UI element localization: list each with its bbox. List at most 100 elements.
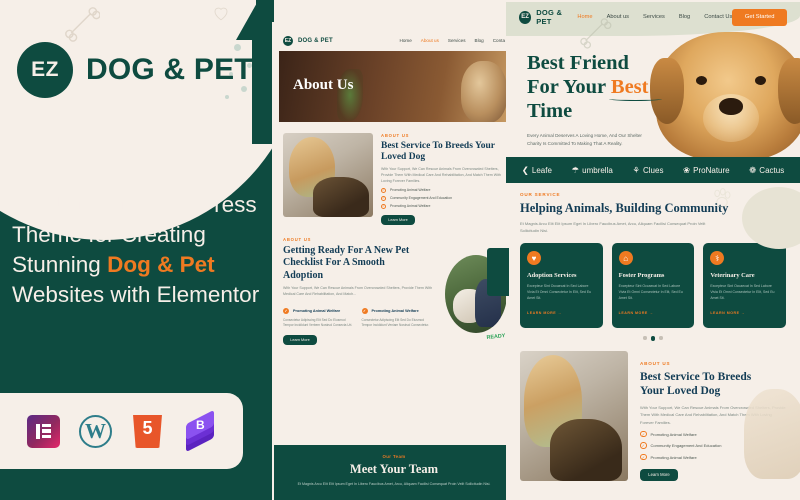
right-about-section: ABOUT US Best Service To Breeds Your Lov… (506, 341, 800, 482)
mid-checklist-body: With Your Support, We Can Rescue Animals… (283, 286, 433, 297)
right-navbar: EZ DOG & PET Home About us Services Blog… (506, 2, 800, 32)
paw-icon: ⚘ (632, 164, 640, 175)
get-started-button[interactable]: Get Started (732, 8, 787, 26)
tech-badges-card: W 5 B (0, 393, 243, 469)
mid-hero-banner: About Us (279, 51, 509, 122)
right-nav-links: Home About us Services Blog Contact Us (577, 14, 732, 20)
brand-pronature: ❀ ProNature (683, 165, 730, 176)
service-card-learn-more-link[interactable]: LEARN MORE → (527, 311, 562, 315)
mid-navbar: EZ DOG & PET Home About us Services Blog… (274, 30, 514, 51)
promo-headline-part2: Websites with Elementor (12, 281, 260, 307)
right-nav-services[interactable]: Services (643, 14, 665, 20)
service-card-learn-more-link[interactable]: LEARN MORE → (710, 311, 745, 315)
check-circle-icon: ✓ (283, 307, 289, 314)
mid-hero-dog-photo (461, 61, 507, 122)
mid-nav-about[interactable]: About us (421, 38, 439, 43)
mid-about-tick: ✓ Community Engagement And Education (381, 195, 505, 201)
mid-nav-home[interactable]: Home (400, 38, 412, 43)
carousel-dot[interactable] (659, 336, 663, 340)
hero-text-block: Best Friend For Your Best Time Every Ani… (527, 51, 655, 157)
shield-heart-icon: ♥ (527, 251, 541, 266)
mid-nav-blog[interactable]: Blog (475, 38, 484, 43)
brand-umbrella: ☂ umbrella (572, 165, 613, 176)
brand-label: ProNature (693, 165, 730, 175)
mid-checklist-title: Getting Ready For A New Pet Checklist Fo… (283, 244, 410, 281)
wordpress-logo-icon: W (78, 414, 113, 449)
services-section: Our Service Helping Animals, Building Co… (506, 183, 800, 342)
mid-nav-contact[interactable]: Conta (493, 38, 505, 43)
hero-title: Best Friend For Your Best Time (527, 51, 655, 124)
heart-outline-icon (212, 4, 230, 27)
about-eyebrow: ABOUT US (640, 361, 671, 367)
right-nav-logo[interactable]: EZ DOG & PET (519, 8, 577, 26)
mid-about-tick: ✓ Promoting Animal Welfare (381, 203, 505, 209)
promo-logo: EZ DOG & PET (17, 42, 253, 98)
mockup-home-page: EZ DOG & PET Home About us Services Blog… (506, 2, 800, 500)
check-icon: ✓ (381, 195, 386, 201)
hero-title-line1: Best Friend (527, 52, 629, 74)
mid-about-tick: ✓ Promoting Animal Welfare (381, 187, 505, 193)
mid-feature-body: Consectetur Adipiscing Elit Sed Do Eiusm… (361, 317, 430, 328)
mid-team-body: Et Magnis Arcu Elit Elit Ipsum Eget In L… (297, 482, 491, 486)
hero-title-highlight: Best (610, 76, 649, 99)
decor-dog-illustration (744, 389, 800, 480)
about-photo (520, 351, 628, 482)
mid-feature: ✓ Promoting Animal Welfare Consectetur Ad… (361, 303, 434, 328)
right-logo-name: DOG & PET (536, 8, 563, 26)
about-title-line1: Best Service To Breeds (640, 371, 752, 384)
about-tick-label: Community Engagement And Education (650, 443, 722, 449)
mid-hero-title: About Us (293, 77, 354, 93)
mid-tick-label: Community Engagement And Education (390, 196, 453, 201)
mid-tick-label: Promoting Animal Welfare (390, 188, 431, 193)
hero-dog-photo (650, 32, 800, 157)
home-heart-icon: ⌂ (618, 251, 633, 266)
mid-team-eyebrow: Our Team (382, 454, 406, 459)
mid-tick-label: Promoting Animal Welfare (390, 204, 431, 209)
brand-clues: ⚘ Clues (632, 165, 663, 176)
paw-cross-icon: ⚕ (710, 251, 725, 266)
right-nav-about[interactable]: About us (607, 14, 629, 20)
mid-checklist-learn-more-button[interactable]: Learn More (283, 335, 317, 346)
promo-panel: EZ DOG & PET The Ultimate WordPress Them… (0, 0, 272, 500)
mid-checklist-eyebrow: ABOUT US (283, 236, 312, 242)
service-cards: ♥ Adoption Services Excepteur Sint Occae… (520, 243, 787, 329)
right-nav-home[interactable]: Home (577, 14, 592, 20)
right-nav-blog[interactable]: Blog (679, 14, 690, 20)
about-title-line2: Your Loved Dog (640, 385, 721, 398)
service-card-veterinary[interactable]: ⚕ Veterinary Care Excepteur Sint Occaeca… (703, 243, 787, 329)
mid-about-body: With Your Support, We Can Rescue Animals… (381, 167, 501, 184)
check-icon: ✓ (640, 442, 647, 449)
mockup-about-page: EZ DOG & PET Home About us Services Blog… (274, 30, 514, 500)
teal-accent-right-mid (487, 248, 509, 296)
about-tick-label: Promoting Animal Welfare (650, 431, 697, 437)
hero-title-line3: Time (527, 100, 573, 123)
teal-arrow-stem (252, 34, 272, 144)
brand-logos-bar: ❮ Leafe ☂ umbrella ⚘ Clues ❀ ProNature ❁ Cact… (506, 157, 800, 183)
carousel-dot[interactable] (643, 336, 647, 340)
right-logo-badge: EZ (519, 10, 532, 24)
promo-headline: The Ultimate WordPress Theme for Creatin… (12, 190, 262, 310)
mid-nav-logo[interactable]: EZ DOG & PET (283, 35, 333, 46)
mid-checklist-section: ABOUT US Getting Ready For A New Pet Che… (274, 237, 514, 346)
mid-team-section: Our Team Meet Your Team Et Magnis Arcu E… (274, 445, 514, 500)
mid-feature-title: Promoting Animal Welfare (371, 308, 419, 313)
elementor-logo-icon (26, 414, 61, 449)
service-card-adoption[interactable]: ♥ Adoption Services Excepteur Sint Occae… (520, 243, 603, 329)
hero-title-line2-pre: For Your (527, 76, 611, 99)
logo-wordmark: DOG & PET (86, 53, 253, 86)
check-circle-icon: ✓ (361, 307, 368, 314)
mid-about-learn-more-button[interactable]: Learn More (381, 214, 415, 225)
mid-nav-services[interactable]: Services (448, 38, 466, 43)
about-tick-label: Promoting Animal Welfare (650, 454, 697, 460)
right-nav-contact[interactable]: Contact Us (704, 14, 732, 20)
services-lead: Et Magnis Arcu Elit Elit Ipsum Eget In L… (520, 221, 706, 234)
brand-label: Cactus (759, 165, 785, 175)
mid-about-section: ABOUT US Best Service To Breeds Your Lov… (274, 133, 514, 225)
service-card-body: Excepteur Sint Occaecat In Sed Labore Vi… (710, 284, 775, 301)
service-card-learn-more-link[interactable]: LEARN MORE → (619, 311, 654, 315)
about-learn-more-button[interactable]: Learn More (640, 469, 678, 482)
service-card-foster[interactable]: ⌂ Foster Programs Excepteur Sint Occaeca… (611, 243, 695, 329)
service-card-title: Veterinary Care (710, 272, 755, 280)
leaf-icon: ❮ (521, 164, 529, 175)
mid-checklist-features: ✓ Promoting Animal Welfare Consectetur Ad… (283, 303, 433, 328)
